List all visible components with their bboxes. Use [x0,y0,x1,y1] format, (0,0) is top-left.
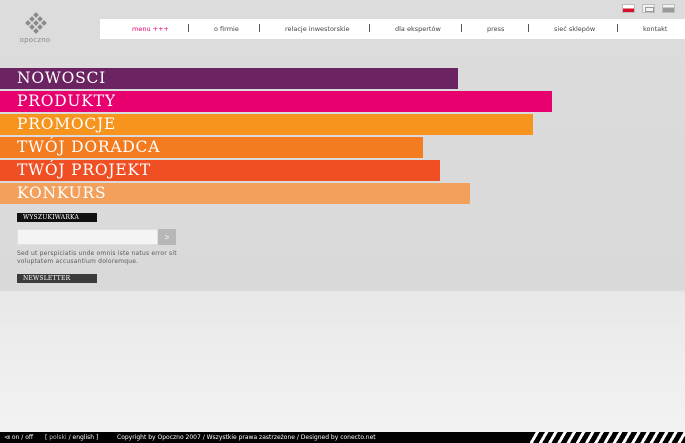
language-switch: [ polski / english ] [45,432,98,443]
nav-relacje-inwestorskie[interactable]: relacje inwestorskie [285,25,350,33]
nav-separator [259,24,260,32]
nav-separator [369,24,370,32]
footer-stripes-decoration [530,432,685,443]
menu-twoj-projekt[interactable]: TWÓJ PROJEKT [0,160,440,181]
speaker-icon: ⧏ [4,434,10,441]
lang-bracket: ] [94,434,99,441]
logo-mark-icon [25,12,47,34]
menu-nowosci[interactable]: NOWOSCI [0,68,458,89]
polish-flag-icon[interactable] [622,4,635,13]
search-submit-button[interactable]: > [158,229,176,245]
sound-toggle-label: on / off [11,434,34,441]
nav-press[interactable]: press [487,25,504,33]
menu-promocje[interactable]: PROMOCJE [0,114,533,135]
search-input[interactable] [17,229,158,245]
nav-separator [617,24,618,32]
nav-o-firmie[interactable]: o firmie [214,25,239,33]
opoczno-logo[interactable]: opoczno [18,12,52,52]
nav-siec-sklepow[interactable]: sieć sklepów [554,25,595,33]
newsletter-link[interactable]: NEWSLETTER [17,274,97,283]
lang-english-link[interactable]: english [73,434,95,441]
language-flags [622,4,675,13]
nav-separator [461,24,462,32]
menu-konkurs[interactable]: KONKURS [0,183,470,204]
nav-menu[interactable]: menu +++ [132,25,169,33]
nav-separator [188,24,189,32]
nav-dla-ekspertow[interactable]: dla ekspertów [395,25,441,33]
gray-flag-icon[interactable] [662,4,675,13]
footer: ⧏ on / off [ polski / english ] Copyrigh… [0,432,685,443]
search-heading: WYSZUKIWARKA [17,213,97,222]
sitemap-icon[interactable] [642,4,655,13]
logo-text: opoczno [19,36,51,44]
nav-kontakt[interactable]: kontakt [643,25,667,33]
menu-twoj-doradca[interactable]: TWÓJ DORADCA [0,137,423,158]
menu-produkty[interactable]: PRODUKTY [0,91,552,112]
top-navigation: menu +++ o firmie relacje inwestorskie d… [100,19,685,39]
nav-separator [528,24,529,32]
sound-toggle[interactable]: ⧏ on / off [4,432,33,443]
lang-polski-link[interactable]: polski [49,434,66,441]
search-description: Sed ut perspiciatis unde omnis iste natu… [17,250,177,265]
copyright-text: Copyright by Opoczno 2007 / Wszystkie pr… [117,434,376,441]
